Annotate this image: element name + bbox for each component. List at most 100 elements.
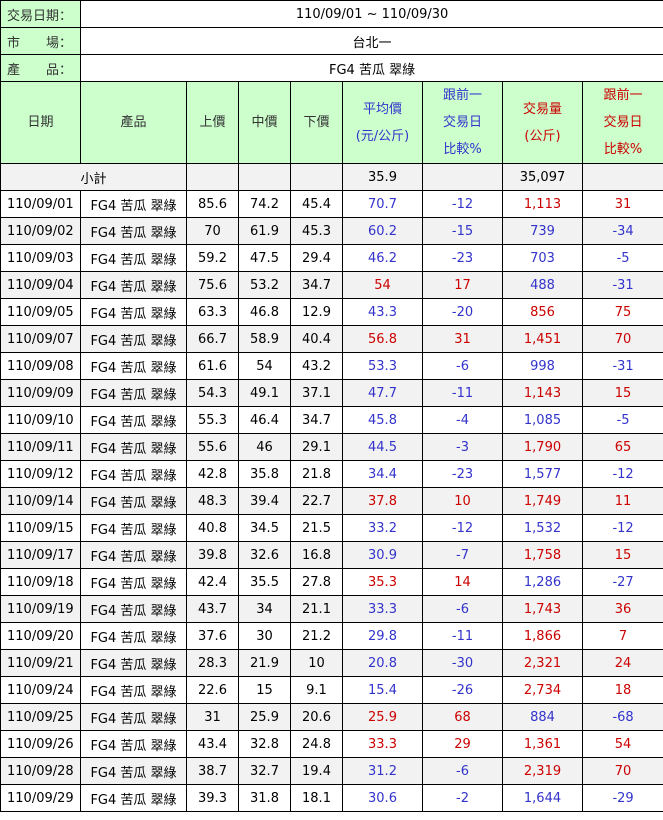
- row-mid: 47.5: [238, 244, 291, 272]
- row-low: 12.9: [290, 298, 343, 326]
- subtotal-vol-compare: [581, 163, 663, 191]
- row-mid: 61.9: [238, 217, 291, 245]
- table-row: 110/09/03 FG4 苦瓜 翠綠 59.2 47.5 29.4 46.2 -23 703…: [0, 244, 663, 272]
- row-avg-compare: -11: [422, 622, 503, 650]
- table-row: 110/09/17 FG4 苦瓜 翠綠 39.8 32.6 16.8 30.9 -7 1,75…: [0, 541, 663, 569]
- row-low: 34.7: [290, 406, 343, 434]
- row-low: 37.1: [290, 379, 343, 407]
- date-range-value: 110/09/01 ~ 110/09/30: [79, 0, 663, 28]
- row-volume: 1,577: [502, 460, 583, 488]
- row-date: 110/09/25: [0, 703, 81, 731]
- row-avg-price: 60.2: [342, 217, 423, 245]
- row-vol-compare: 18: [581, 676, 663, 704]
- row-product: FG4 苦瓜 翠綠: [80, 784, 187, 812]
- subtotal-volume: 35,097: [502, 163, 583, 191]
- row-volume: 884: [502, 703, 583, 731]
- row-mid: 32.7: [238, 757, 291, 785]
- row-avg-compare: -12: [422, 514, 503, 542]
- row-volume: 1,758: [502, 541, 583, 569]
- subtotal-mid: [238, 163, 291, 191]
- row-low: 24.8: [290, 730, 343, 758]
- row-product: FG4 苦瓜 翠綠: [80, 271, 187, 299]
- row-vol-compare: -68: [581, 703, 663, 731]
- subtotal-label: 小計: [0, 163, 187, 191]
- row-product: FG4 苦瓜 翠綠: [80, 406, 187, 434]
- table-row: 110/09/07 FG4 苦瓜 翠綠 66.7 58.9 40.4 56.8 31 1,45…: [0, 325, 663, 353]
- header-low: 下價: [290, 81, 343, 164]
- row-volume: 998: [502, 352, 583, 380]
- row-volume: 1,866: [502, 622, 583, 650]
- row-low: 16.8: [290, 541, 343, 569]
- row-avg-price: 35.3: [342, 568, 423, 596]
- header-avg-line2: (元/公斤): [355, 128, 410, 144]
- row-mid: 46.4: [238, 406, 291, 434]
- row-volume: 1,532: [502, 514, 583, 542]
- header-product: 產品: [80, 81, 187, 164]
- row-date: 110/09/02: [0, 217, 81, 245]
- product-label: 產 品：: [0, 54, 81, 82]
- table-row: 110/09/02 FG4 苦瓜 翠綠 70 61.9 45.3 60.2 -15 739 -3…: [0, 217, 663, 245]
- header-vol-compare: 跟前一 交易日 比較%: [581, 81, 663, 164]
- header-cmp1-line3: 比較%: [443, 142, 482, 157]
- row-vol-compare: 36: [581, 595, 663, 623]
- row-vol-compare: -12: [581, 460, 663, 488]
- row-volume: 1,113: [502, 190, 583, 218]
- row-product: FG4 苦瓜 翠綠: [80, 190, 187, 218]
- row-product: FG4 苦瓜 翠綠: [80, 595, 187, 623]
- row-low: 21.2: [290, 622, 343, 650]
- header-avg-price: 平均價 (元/公斤): [342, 81, 423, 164]
- row-date: 110/09/01: [0, 190, 81, 218]
- row-avg-price: 45.8: [342, 406, 423, 434]
- row-volume: 1,749: [502, 487, 583, 515]
- row-avg-price: 46.2: [342, 244, 423, 272]
- row-date: 110/09/12: [0, 460, 81, 488]
- row-product: FG4 苦瓜 翠綠: [80, 649, 187, 677]
- row-vol-compare: 24: [581, 649, 663, 677]
- header-cmp2-line2: 交易日: [603, 115, 643, 130]
- row-product: FG4 苦瓜 翠綠: [80, 379, 187, 407]
- row-high: 43.7: [186, 595, 239, 623]
- product-row: 產 品： FG4 苦瓜 翠綠: [0, 54, 663, 82]
- row-volume: 2,321: [502, 649, 583, 677]
- row-avg-price: 56.8: [342, 325, 423, 353]
- row-avg-price: 53.3: [342, 352, 423, 380]
- row-product: FG4 苦瓜 翠綠: [80, 757, 187, 785]
- subtotal-row: 小計 35.9 35,097: [0, 163, 663, 191]
- row-date: 110/09/14: [0, 487, 81, 515]
- row-mid: 34.5: [238, 514, 291, 542]
- row-product: FG4 苦瓜 翠綠: [80, 568, 187, 596]
- header-high: 上價: [186, 81, 239, 164]
- row-date: 110/09/26: [0, 730, 81, 758]
- row-high: 37.6: [186, 622, 239, 650]
- row-mid: 25.9: [238, 703, 291, 731]
- row-avg-price: 33.3: [342, 595, 423, 623]
- subtotal-avg: 35.9: [342, 163, 423, 191]
- header-cmp1-line1: 跟前一: [442, 88, 482, 103]
- row-product: FG4 苦瓜 翠綠: [80, 460, 187, 488]
- row-mid: 32.8: [238, 730, 291, 758]
- row-mid: 49.1: [238, 379, 291, 407]
- column-header-row: 日期 產品 上價 中價 下價 平均價 (元/公斤) 跟前一 交易日 比較% 交易…: [0, 81, 663, 164]
- row-low: 40.4: [290, 325, 343, 353]
- row-low: 10: [290, 649, 343, 677]
- row-low: 29.4: [290, 244, 343, 272]
- row-mid: 21.9: [238, 649, 291, 677]
- row-low: 21.8: [290, 460, 343, 488]
- row-product: FG4 苦瓜 翠綠: [80, 433, 187, 461]
- row-high: 59.2: [186, 244, 239, 272]
- row-volume: 1,085: [502, 406, 583, 434]
- row-high: 55.3: [186, 406, 239, 434]
- row-low: 34.7: [290, 271, 343, 299]
- row-date: 110/09/28: [0, 757, 81, 785]
- row-avg-compare: -6: [422, 757, 503, 785]
- row-avg-price: 47.7: [342, 379, 423, 407]
- price-table: 交易日期： 110/09/01 ~ 110/09/30 市 場： 台北一 產 品…: [0, 0, 663, 812]
- row-volume: 739: [502, 217, 583, 245]
- row-avg-compare: -12: [422, 190, 503, 218]
- row-high: 42.4: [186, 568, 239, 596]
- row-low: 45.4: [290, 190, 343, 218]
- market-row: 市 場： 台北一: [0, 27, 663, 55]
- row-avg-compare: -7: [422, 541, 503, 569]
- row-avg-price: 15.4: [342, 676, 423, 704]
- row-high: 75.6: [186, 271, 239, 299]
